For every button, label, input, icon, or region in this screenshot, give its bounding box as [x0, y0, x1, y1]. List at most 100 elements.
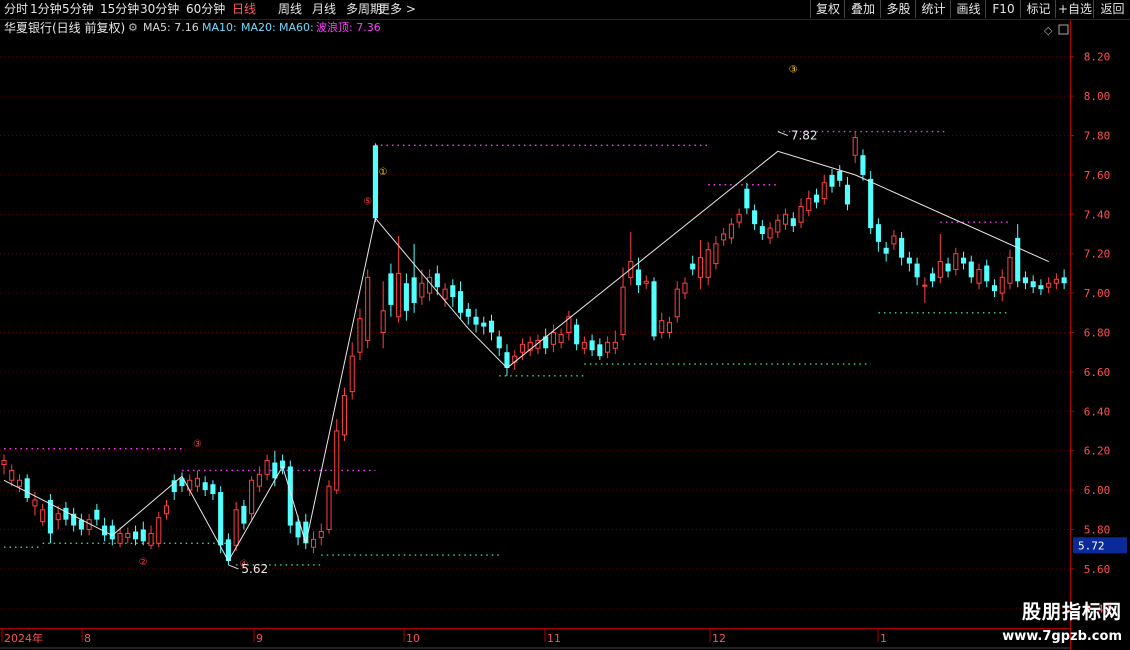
candle-body-45 [349, 355, 355, 393]
candle-body-43 [334, 430, 340, 491]
candle-body-109 [844, 184, 851, 205]
candle-body-108 [837, 170, 843, 181]
candle-body-41 [318, 530, 324, 538]
watermark-url: www.7gpzb.com [1002, 629, 1122, 644]
candle-body-114 [883, 247, 889, 254]
annotation-label-1: 5.62 [241, 562, 268, 576]
candle-body-101 [783, 213, 789, 225]
candle-body-85 [659, 320, 665, 333]
candle-body-4 [32, 499, 38, 507]
y-tick-label-10: 6.20 [1084, 445, 1111, 458]
candle-body-120 [930, 273, 936, 282]
annotation-label-0: 7.82 [791, 129, 818, 143]
candle-body-20 [156, 517, 162, 544]
y-tick-label-2: 7.80 [1084, 130, 1111, 143]
candle-body-42 [326, 485, 332, 531]
candle-body-31 [241, 505, 247, 524]
candle-body-118 [914, 263, 920, 278]
candle-body-99 [767, 227, 773, 239]
candlestick-chart[interactable]: 8.20 8.00 7.80 7.60 7.40 7.20 7.00 6.80 6.60 6.40… [0, 0, 1130, 650]
candle-body-125 [968, 261, 974, 278]
candle-body-137 [1061, 277, 1067, 284]
y-tick-label-7: 6.80 [1084, 327, 1111, 340]
candle-body-71 [550, 332, 556, 345]
candle-body-5 [40, 509, 46, 523]
candle-body-15 [117, 532, 123, 544]
candle-body-74 [574, 324, 580, 345]
candle-body-116 [899, 237, 905, 258]
candle-body-95 [736, 213, 742, 223]
candle-body-32 [249, 479, 255, 515]
candle-body-75 [581, 341, 587, 349]
x-tick-label-5: 12 [712, 632, 726, 645]
candle-body-47 [365, 276, 371, 341]
candle-body-0 [1, 460, 7, 465]
y-tick-label-1: 8.00 [1084, 90, 1111, 103]
candle-body-93 [721, 233, 727, 241]
candle-body-7 [55, 513, 61, 521]
candle-body-17 [132, 531, 139, 540]
candle-body-21 [163, 505, 170, 515]
candle-body-19 [148, 532, 154, 546]
candle-body-100 [775, 219, 781, 233]
candle-body-106 [821, 182, 827, 200]
candle-body-22 [171, 480, 177, 493]
candle-body-49 [380, 310, 386, 333]
panel-toggle-icon [1058, 24, 1069, 35]
candle-body-48 [372, 145, 378, 219]
candle-body-1 [9, 469, 15, 481]
candle-body-63 [488, 320, 495, 333]
candle-body-112 [868, 178, 874, 229]
candle-body-28 [218, 492, 224, 546]
candle-body-12 [94, 509, 100, 520]
candle-body-60 [465, 308, 471, 317]
candle-body-117 [906, 257, 912, 264]
candle-body-77 [597, 344, 603, 357]
candle-body-132 [1022, 277, 1028, 284]
candle-body-123 [953, 253, 959, 270]
y-tick-label-13: 5.60 [1084, 563, 1111, 576]
x-tick-label-3: 10 [406, 632, 420, 645]
candle-body-119 [922, 284, 928, 287]
candle-body-76 [589, 340, 595, 351]
candle-body-91 [705, 249, 711, 278]
y-tick-label-9: 6.40 [1084, 405, 1111, 418]
candle-body-89 [690, 263, 696, 270]
candle-body-94 [728, 223, 734, 239]
candle-body-113 [875, 224, 881, 242]
candle-body-67 [519, 343, 526, 353]
candle-body-50 [388, 273, 394, 305]
candle-body-80 [620, 286, 626, 335]
candle-body-53 [411, 277, 417, 303]
y-tick-label-12: 5.80 [1084, 524, 1111, 537]
candle-body-115 [891, 235, 897, 245]
y-tick-label-6: 7.00 [1084, 287, 1111, 300]
candle-body-26 [202, 482, 208, 491]
candle-body-78 [605, 341, 611, 353]
candle-body-90 [697, 257, 703, 278]
candle-body-30 [233, 509, 239, 546]
candle-body-126 [976, 268, 982, 284]
candle-body-83 [643, 280, 649, 284]
x-tick-label-1: 8 [84, 632, 91, 645]
candle-body-107 [829, 174, 835, 187]
candle-body-88 [682, 282, 688, 294]
candle-body-134 [1038, 285, 1044, 290]
watermark-title: 股朋指标网 [1021, 601, 1122, 623]
candle-body-62 [481, 322, 487, 327]
candle-body-2 [16, 479, 23, 487]
x-tick-label-2: 9 [256, 632, 263, 645]
candle-body-8 [63, 507, 69, 520]
candle-body-55 [427, 276, 433, 294]
candle-body-87 [674, 288, 680, 318]
candle-body-64 [496, 336, 502, 349]
current-price-label: 5.72 [1078, 539, 1105, 552]
y-tick-label-0: 8.20 [1084, 51, 1111, 64]
x-tick-label-4: 11 [547, 632, 561, 645]
x-tick-label-6: 1 [880, 632, 887, 645]
candle-body-84 [651, 281, 657, 337]
candle-body-54 [419, 282, 425, 298]
candle-body-58 [450, 285, 456, 298]
candle-body-44 [341, 395, 348, 436]
candle-body-59 [457, 291, 464, 313]
